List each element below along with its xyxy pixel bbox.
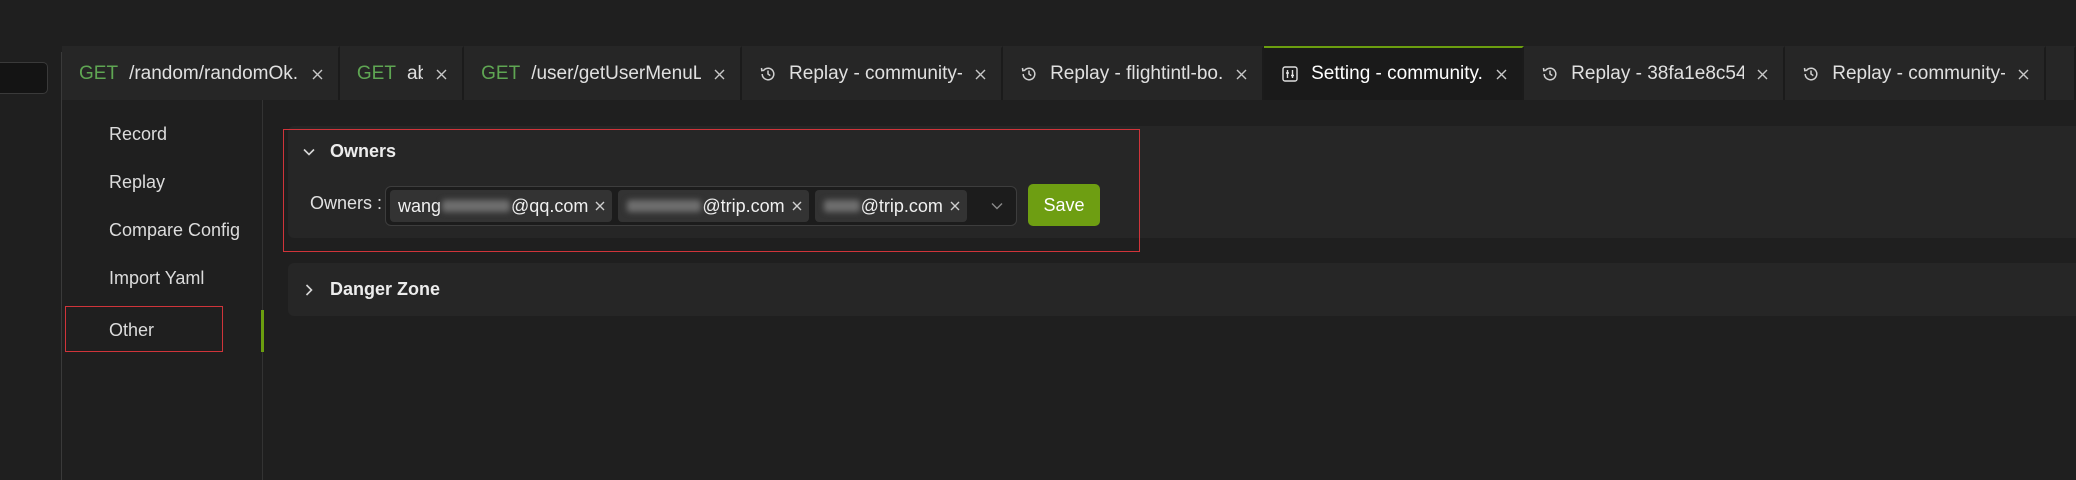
side-menu-item-replay[interactable]: Replay bbox=[109, 172, 165, 193]
tab-1[interactable]: GET/random/randomOk... bbox=[62, 46, 340, 100]
side-menu-item-import-yaml[interactable]: Import Yaml bbox=[109, 268, 204, 289]
left-rail bbox=[0, 52, 62, 480]
tab-title: Setting - community... bbox=[1311, 63, 1484, 84]
danger-zone-panel: Danger Zone bbox=[288, 263, 2076, 316]
history-icon bbox=[759, 65, 777, 83]
side-menu-item-record[interactable]: Record bbox=[109, 124, 167, 145]
history-icon bbox=[1020, 65, 1038, 83]
tab-method-label: GET bbox=[356, 63, 396, 84]
tab-4[interactable]: Replay - community-... bbox=[742, 46, 1004, 100]
tab-method-label: GET bbox=[481, 63, 521, 84]
close-icon[interactable] bbox=[713, 68, 726, 81]
active-menu-indicator bbox=[261, 310, 264, 352]
tab-6[interactable]: Setting - community... bbox=[1264, 46, 1525, 100]
side-menu-item-compare-config[interactable]: Compare Config bbox=[109, 220, 240, 241]
tab-7[interactable]: Replay - 38fa1e8c54... bbox=[1524, 46, 1786, 100]
tab-2[interactable]: GET abc bbox=[339, 46, 465, 100]
highlight-outline-other bbox=[65, 306, 223, 352]
tab-title: Replay - community-... bbox=[1832, 63, 2006, 84]
collapsed-search-input[interactable] bbox=[0, 62, 48, 94]
close-icon[interactable] bbox=[1235, 68, 1248, 81]
danger-zone-panel-title: Danger Zone bbox=[330, 279, 441, 299]
tab-5[interactable]: Replay - flightintl-bo... bbox=[1003, 46, 1265, 100]
close-icon[interactable] bbox=[974, 68, 987, 81]
settings-sliders-icon bbox=[1281, 65, 1299, 83]
tab-title: abc bbox=[406, 63, 423, 84]
close-icon[interactable] bbox=[1756, 68, 1769, 81]
window-top-bar bbox=[0, 0, 2076, 52]
highlight-outline-owners bbox=[283, 129, 1140, 252]
tab-title: Replay - community-... bbox=[789, 63, 963, 84]
history-icon bbox=[1802, 65, 1820, 83]
close-icon[interactable] bbox=[2017, 68, 2030, 81]
tab-8[interactable]: Replay - community-... bbox=[1785, 46, 2047, 100]
tab-title: Replay - flightintl-bo... bbox=[1050, 63, 1224, 84]
settings-side-menu: Record Replay Compare Config Import Yaml… bbox=[62, 100, 264, 480]
tab-overflow[interactable] bbox=[2046, 46, 2076, 100]
tab-method-label: GET bbox=[79, 63, 119, 84]
close-icon[interactable] bbox=[435, 68, 448, 81]
close-icon[interactable] bbox=[1495, 68, 1508, 81]
close-icon[interactable] bbox=[311, 68, 324, 81]
request-tab-bar: GET/random/randomOk...GETabcGET/user/get… bbox=[62, 46, 2076, 100]
tab-title: Replay - 38fa1e8c54... bbox=[1571, 63, 1745, 84]
tab-title: /random/randomOk... bbox=[129, 63, 299, 84]
tab-3[interactable]: GET/user/getUserMenuL... bbox=[464, 46, 743, 100]
danger-zone-panel-header[interactable]: Danger Zone bbox=[302, 279, 440, 300]
chevron-right-icon bbox=[302, 282, 318, 298]
history-icon bbox=[1541, 65, 1559, 83]
tab-title: /user/getUserMenuL... bbox=[531, 63, 702, 84]
